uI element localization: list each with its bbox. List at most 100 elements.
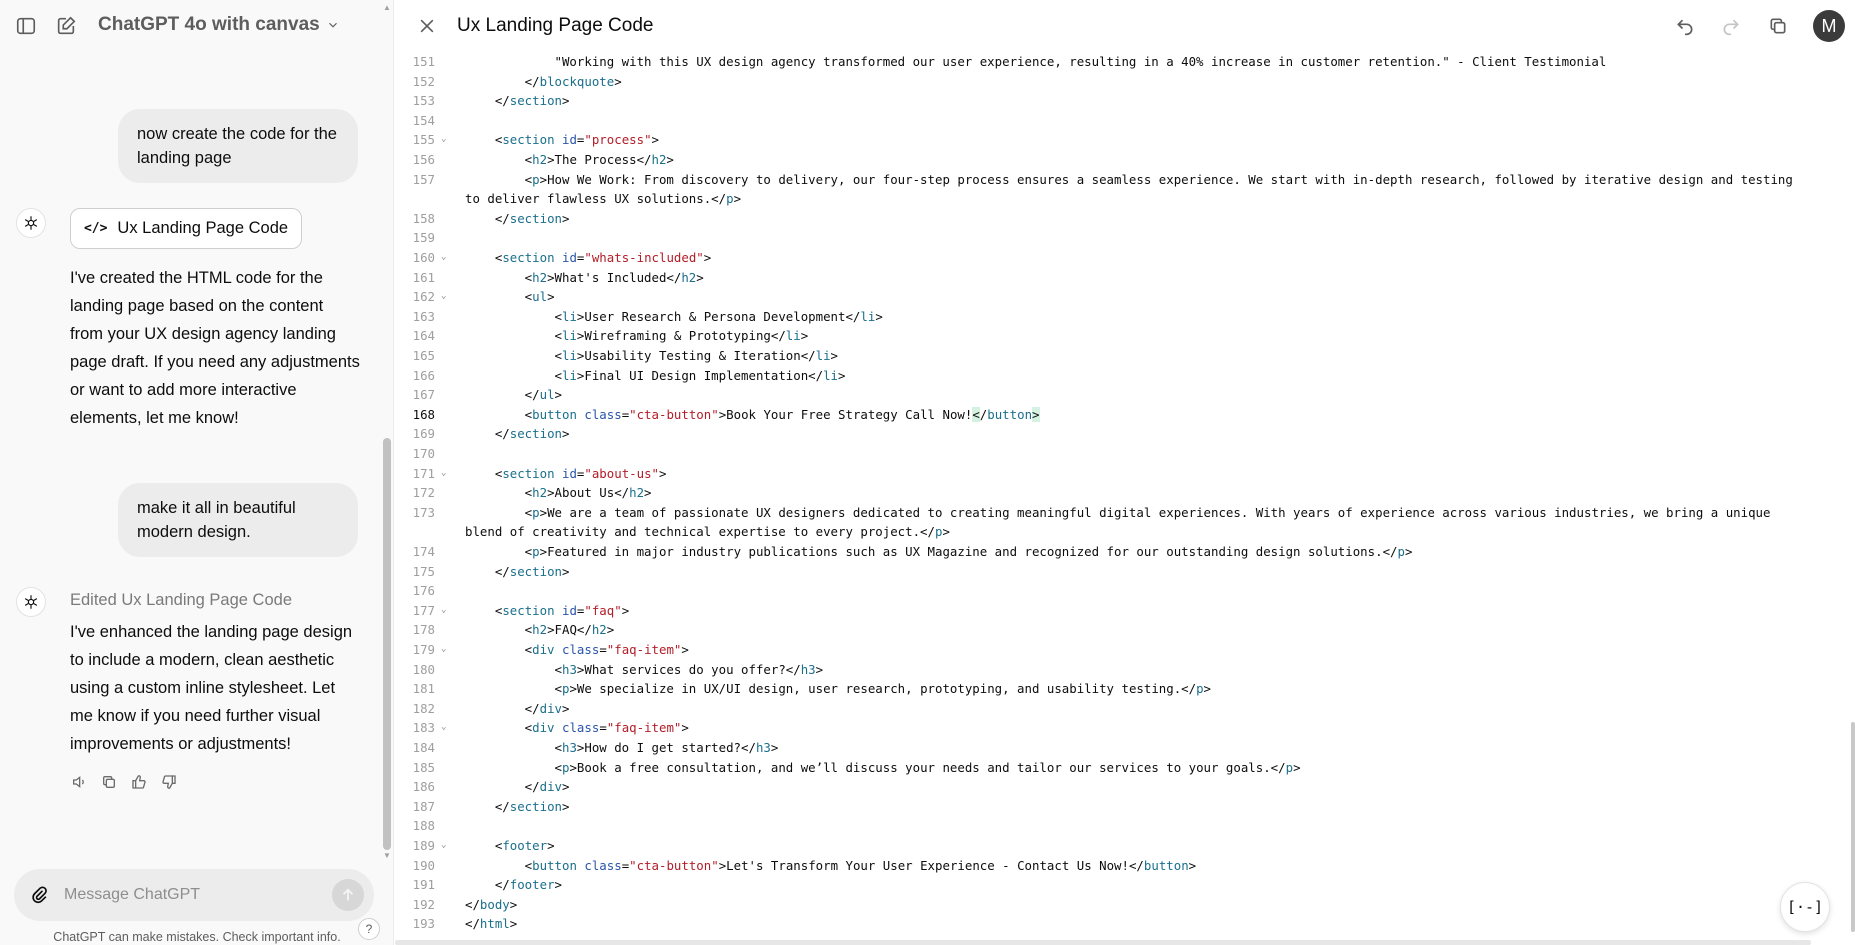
line-number: 160 bbox=[412, 250, 435, 265]
code-line[interactable]: <section id="faq"> bbox=[465, 601, 1845, 621]
open-canvas-button[interactable]: </> Ux Landing Page Code bbox=[70, 208, 302, 249]
code-line[interactable]: <ul> bbox=[465, 287, 1845, 307]
fold-chevron-icon[interactable]: ⌄ bbox=[441, 640, 451, 660]
code-line[interactable]: <footer> bbox=[465, 836, 1845, 856]
editor-horizontal-scrollbar[interactable] bbox=[395, 940, 1811, 945]
code-line[interactable]: <li>Usability Testing & Iteration</li> bbox=[465, 346, 1845, 366]
code-line[interactable]: <section id="whats-included"> bbox=[465, 248, 1845, 268]
edited-canvas-link[interactable]: Edited Ux Landing Page Code bbox=[70, 591, 292, 610]
assistant-message: I've created the HTML code for the landi… bbox=[70, 269, 360, 427]
code-line[interactable]: </section> bbox=[465, 91, 1845, 111]
line-number: 170 bbox=[412, 446, 435, 461]
canvas-header: Ux Landing Page Code M bbox=[395, 0, 1855, 52]
code-line[interactable]: to deliver flawless UX solutions.</p> bbox=[465, 189, 1845, 209]
line-number: 154 bbox=[412, 112, 435, 128]
chat-scroll-thumb[interactable] bbox=[383, 438, 391, 850]
code-editor[interactable]: 151 "Working with this UX design agency … bbox=[395, 52, 1855, 942]
code-line[interactable]: "Working with this UX design agency tran… bbox=[465, 52, 1845, 72]
read-aloud-icon[interactable] bbox=[70, 773, 88, 791]
code-line[interactable]: <h2>FAQ</h2> bbox=[465, 620, 1845, 640]
line-number: 169 bbox=[412, 426, 435, 442]
line-number: 192 bbox=[412, 896, 435, 912]
line-number: 180 bbox=[412, 661, 435, 677]
canvas-title: Ux Landing Page Code bbox=[457, 15, 654, 36]
thumbs-down-icon[interactable] bbox=[160, 773, 178, 791]
code-line[interactable]: <div class="faq-item"> bbox=[465, 640, 1845, 660]
fold-chevron-icon[interactable]: ⌄ bbox=[441, 718, 451, 738]
model-name-label: ChatGPT 4o with canvas bbox=[98, 14, 320, 35]
model-selector[interactable]: ChatGPT 4o with canvas bbox=[98, 14, 340, 36]
code-line[interactable]: <h2>The Process</h2> bbox=[465, 150, 1845, 170]
send-button[interactable] bbox=[332, 879, 364, 911]
line-number: 165 bbox=[412, 348, 435, 363]
fold-chevron-icon[interactable]: ⌄ bbox=[441, 248, 451, 268]
undo-icon[interactable] bbox=[1671, 12, 1699, 40]
code-line[interactable]: </footer> bbox=[465, 875, 1845, 895]
fold-chevron-icon[interactable]: ⌄ bbox=[441, 836, 451, 856]
code-line[interactable]: <p>Featured in major industry publicatio… bbox=[465, 542, 1845, 562]
code-line[interactable]: <li>User Research & Persona Development<… bbox=[465, 307, 1845, 327]
scroll-up-arrow-icon[interactable]: ▲ bbox=[383, 4, 391, 12]
line-number: 156 bbox=[412, 152, 435, 167]
code-line[interactable]: <p>How We Work: From discovery to delive… bbox=[465, 170, 1845, 190]
line-number: 159 bbox=[412, 230, 435, 246]
code-line[interactable]: </section> bbox=[465, 424, 1845, 444]
line-number: 155 bbox=[412, 132, 435, 148]
thumbs-up-icon[interactable] bbox=[130, 773, 148, 791]
help-button[interactable]: ? bbox=[358, 918, 380, 940]
code-line[interactable]: </div> bbox=[465, 699, 1845, 719]
user-avatar[interactable]: M bbox=[1813, 10, 1845, 42]
code-line[interactable]: </section> bbox=[465, 209, 1845, 229]
scroll-down-arrow-icon[interactable]: ▼ bbox=[383, 852, 391, 860]
code-line[interactable]: </div> bbox=[465, 777, 1845, 797]
code-line[interactable]: <section id="process"> bbox=[465, 130, 1845, 150]
code-line[interactable]: </section> bbox=[465, 562, 1845, 582]
code-line[interactable]: <section id="about-us"> bbox=[465, 464, 1845, 484]
code-line[interactable]: <h3>What services do you offer?</h3> bbox=[465, 660, 1845, 680]
code-line[interactable]: <h2>What's Included</h2> bbox=[465, 268, 1845, 288]
code-line[interactable]: <li>Final UI Design Implementation</li> bbox=[465, 366, 1845, 386]
user-message: now create the code for the landing page bbox=[118, 109, 358, 183]
fold-chevron-icon[interactable]: ⌄ bbox=[441, 130, 451, 150]
paperclip-icon[interactable] bbox=[28, 883, 52, 907]
code-line[interactable]: <p>We specialize in UX/UI design, user r… bbox=[465, 679, 1845, 699]
code-line[interactable]: blend of creativity and technical expert… bbox=[465, 522, 1845, 542]
code-line[interactable]: <button class="cta-button">Book Your Fre… bbox=[465, 405, 1845, 425]
new-chat-icon[interactable] bbox=[52, 12, 80, 40]
code-line[interactable]: </body> bbox=[465, 895, 1845, 915]
line-number: 158 bbox=[412, 210, 435, 226]
fold-chevron-icon[interactable]: ⌄ bbox=[441, 601, 451, 621]
copy-icon[interactable] bbox=[100, 773, 118, 791]
code-line[interactable]: <h3>How do I get started?</h3> bbox=[465, 738, 1845, 758]
code-line[interactable]: <div class="faq-item"> bbox=[465, 718, 1845, 738]
line-number: 163 bbox=[412, 308, 435, 324]
editor-scroll-thumb[interactable] bbox=[1851, 722, 1855, 932]
code-line[interactable]: <p>We are a team of passionate UX design… bbox=[465, 503, 1845, 523]
code-line[interactable]: </html> bbox=[465, 914, 1845, 934]
code-actions-button[interactable]: [·-] bbox=[1780, 882, 1830, 932]
code-line[interactable]: <h2>About Us</h2> bbox=[465, 483, 1845, 503]
close-icon[interactable] bbox=[413, 12, 441, 40]
editor-scrollbar[interactable] bbox=[1851, 52, 1855, 932]
redo-icon[interactable] bbox=[1717, 12, 1745, 40]
code-line[interactable]: <p>Book a free consultation, and we’ll d… bbox=[465, 758, 1845, 778]
chat-scrollbar[interactable]: ▲ ▼ bbox=[380, 0, 394, 870]
code-line[interactable]: </blockquote> bbox=[465, 72, 1845, 92]
line-number: 168 bbox=[412, 406, 435, 422]
line-number: 179 bbox=[412, 642, 435, 657]
disclaimer-text: ChatGPT can make mistakes. Check importa… bbox=[53, 930, 341, 944]
fold-chevron-icon[interactable]: ⌄ bbox=[441, 287, 451, 307]
code-line[interactable]: <li>Wireframing & Prototyping</li> bbox=[465, 326, 1845, 346]
show-changes-icon[interactable] bbox=[1764, 12, 1792, 40]
sidebar-toggle-icon[interactable] bbox=[12, 12, 40, 40]
code-line[interactable]: </section> bbox=[465, 797, 1845, 817]
fold-chevron-icon[interactable]: ⌄ bbox=[441, 464, 451, 484]
message-input[interactable] bbox=[64, 881, 304, 909]
line-number: 161 bbox=[412, 269, 435, 285]
code-line[interactable]: </ul> bbox=[465, 385, 1845, 405]
message-composer bbox=[14, 869, 374, 921]
line-number: 190 bbox=[412, 857, 435, 873]
assistant-message: I've enhanced the landing page design to… bbox=[70, 623, 353, 753]
code-line[interactable]: <button class="cta-button">Let's Transfo… bbox=[465, 856, 1845, 876]
chat-topbar: ChatGPT 4o with canvas bbox=[0, 0, 394, 52]
